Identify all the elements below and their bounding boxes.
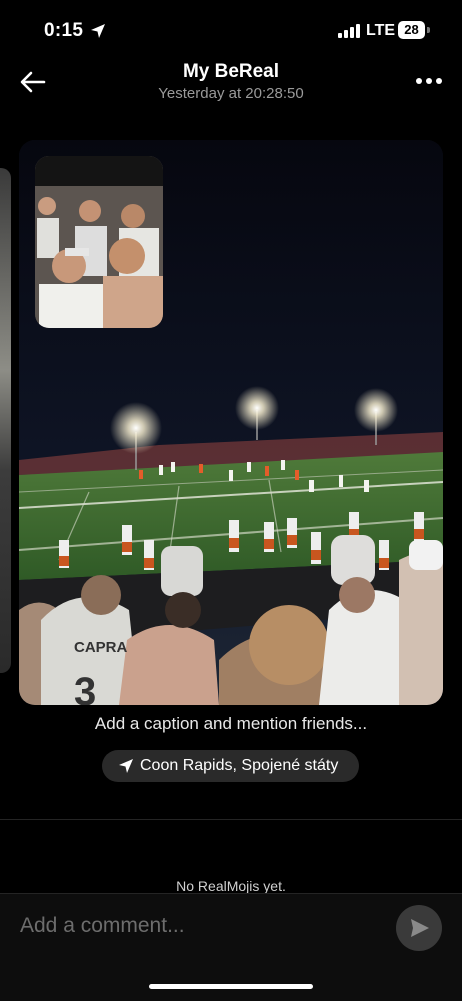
page-title: My BeReal [182,61,280,82]
location-label: Coon Rapids, Spojené státy [140,757,339,774]
divider [0,819,462,820]
jersey-number: 3 [74,670,96,705]
jersey-name: CAPRA [74,639,128,656]
location-arrow-icon [91,24,105,38]
location-button[interactable]: Coon Rapids, Spojené státy [102,750,359,782]
front-camera-thumbnail[interactable] [35,156,163,328]
home-indicator[interactable] [149,984,313,989]
network-type: LTE [366,22,396,39]
battery-icon: 28 [398,21,425,39]
battery-nub [427,27,430,33]
more-options-icon[interactable] [414,73,444,89]
cellular-signal-icon [338,24,362,38]
send-arrow-icon [411,919,429,937]
selfie-scene [35,156,163,328]
send-button[interactable] [396,905,442,951]
realmojis-empty-text: No RealMojis yet. [176,878,286,894]
caption-prompt[interactable]: Add a caption and mention friends... [0,714,462,734]
post-timestamp: Yesterday at 20:28:50 [158,85,304,102]
status-time: 0:15 [44,20,84,41]
previous-post-edge[interactable] [0,168,11,673]
comment-input[interactable]: Add a comment... [20,914,380,938]
location-arrow-icon [119,759,133,773]
header: My BeReal Yesterday at 20:28:50 [0,55,462,110]
status-bar: 0:15 LTE 28 [0,0,462,60]
